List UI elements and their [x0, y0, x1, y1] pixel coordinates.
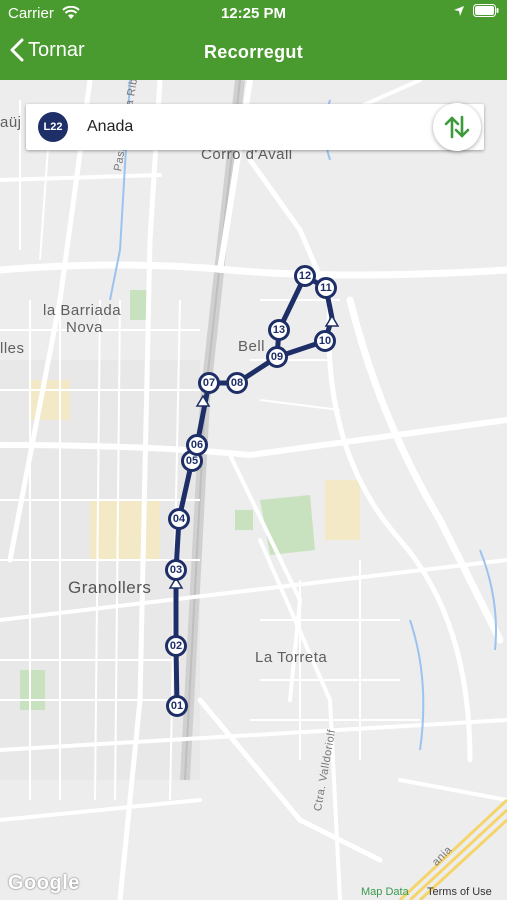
page-title: Recorregut: [203, 42, 304, 62]
stop-marker[interactable]: 04: [168, 508, 190, 530]
google-logo: Google: [8, 872, 80, 894]
wifi-icon: [62, 6, 80, 19]
location-arrow-icon: [454, 5, 464, 16]
stop-marker[interactable]: 13: [268, 319, 290, 341]
stop-marker[interactable]: 03: [165, 559, 187, 581]
stop-marker[interactable]: 08: [226, 372, 248, 394]
terms-of-use-link[interactable]: Terms of Use: [427, 886, 492, 898]
stop-marker[interactable]: 12: [294, 265, 316, 287]
navigation-bar: Tornar Recorregut: [0, 28, 507, 80]
route-map[interactable]: Corro d'Avall la Barriada Nova lles aüj …: [0, 80, 507, 900]
line-direction-card[interactable]: L22 Anada: [26, 104, 484, 150]
map-base-layer: [0, 80, 507, 900]
line-badge: L22: [38, 112, 68, 142]
battery-icon: [473, 4, 499, 17]
map-label-torreta: La Torreta: [255, 649, 328, 666]
stop-marker[interactable]: 11: [315, 277, 337, 299]
stop-marker[interactable]: 09: [266, 346, 288, 368]
stop-marker[interactable]: 02: [165, 635, 187, 657]
swap-arrows-icon: [444, 115, 470, 139]
stop-marker[interactable]: 01: [166, 695, 188, 717]
map-label-rauj: aüj: [0, 114, 22, 131]
stop-marker[interactable]: 10: [314, 330, 336, 352]
map-data-link[interactable]: Map Data: [361, 886, 409, 898]
map-label-granollers: Granollers: [68, 578, 152, 597]
stop-marker[interactable]: 07: [198, 372, 220, 394]
swap-direction-button[interactable]: [433, 103, 481, 151]
stop-marker[interactable]: 06: [186, 434, 208, 456]
map-label-barriada: la Barriada: [43, 302, 122, 319]
map-label-lles: lles: [0, 340, 25, 357]
map-label-barriada-nova: Nova: [66, 319, 104, 336]
direction-label: Anada: [87, 118, 134, 135]
map-label-bell: Bell: [238, 338, 266, 355]
